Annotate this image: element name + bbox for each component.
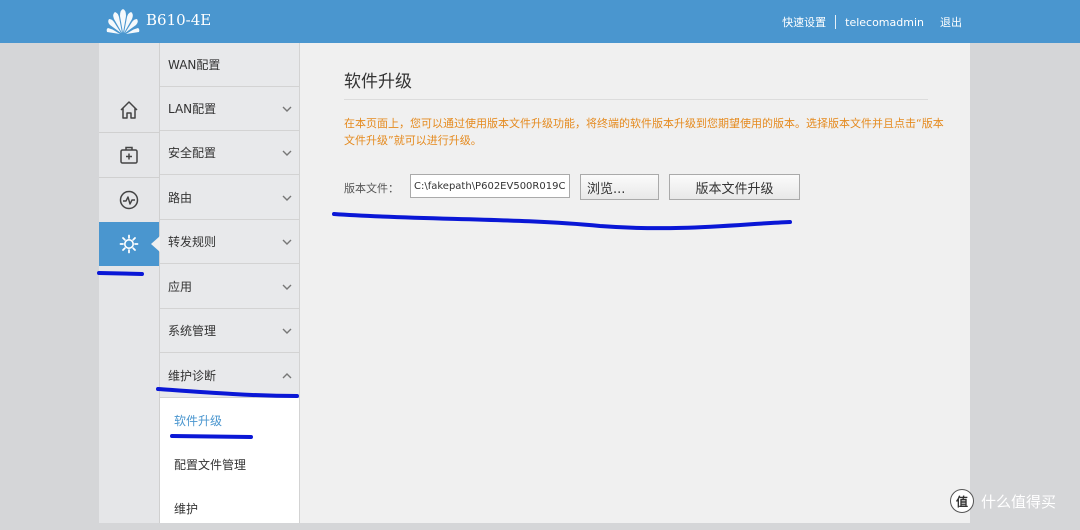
menu-item-label: LAN配置 bbox=[168, 102, 217, 116]
menu-item-label: 系统管理 bbox=[168, 324, 217, 338]
file-field-label: 版本文件： bbox=[344, 182, 399, 195]
chevron-down-icon bbox=[282, 106, 292, 112]
menu-item-security[interactable]: 安全配置 bbox=[160, 131, 299, 175]
browse-button[interactable]: 浏览... bbox=[580, 174, 659, 200]
quick-setup-link[interactable]: 快速设置 bbox=[782, 14, 826, 30]
menu-item-label: 维护诊断 bbox=[168, 369, 217, 383]
page-title: 软件升级 bbox=[344, 72, 412, 92]
menu-item-label: WAN配置 bbox=[168, 58, 221, 72]
firmware-file-input[interactable] bbox=[410, 174, 570, 198]
menu-item-forwarding[interactable]: 转发规则 bbox=[160, 220, 299, 264]
menu-item-lan[interactable]: LAN配置 bbox=[160, 87, 299, 131]
nav-settings-button[interactable] bbox=[99, 222, 160, 266]
gear-icon bbox=[119, 234, 139, 254]
title-divider bbox=[344, 99, 928, 100]
header-divider bbox=[835, 15, 837, 29]
left-gutter bbox=[0, 43, 99, 523]
top-bar: B610-4E 快速设置 telecomadmin 退出 bbox=[0, 0, 1080, 43]
menu-item-system[interactable]: 系统管理 bbox=[160, 309, 299, 353]
chevron-down-icon bbox=[282, 195, 292, 201]
watermark: 值 什么值得买 bbox=[950, 489, 1056, 513]
submenu-item-label: 软件升级 bbox=[174, 413, 223, 428]
right-gutter bbox=[970, 43, 1080, 523]
submenu-item-software-upgrade[interactable]: 软件升级 bbox=[160, 398, 299, 442]
submenu-item-config-file[interactable]: 配置文件管理 bbox=[160, 442, 299, 486]
home-icon bbox=[120, 101, 138, 119]
menu-item-label: 安全配置 bbox=[168, 146, 217, 160]
watermark-badge: 值 bbox=[950, 489, 974, 513]
header-links: 快速设置 telecomadmin 退出 bbox=[782, 14, 962, 30]
chevron-down-icon bbox=[282, 239, 292, 245]
menu-item-wan[interactable]: WAN配置 bbox=[160, 43, 299, 87]
username-link[interactable]: telecomadmin bbox=[845, 16, 924, 29]
menu-item-label: 转发规则 bbox=[168, 235, 217, 249]
submenu-item-label: 配置文件管理 bbox=[174, 457, 247, 472]
menu-item-apps[interactable]: 应用 bbox=[160, 265, 299, 309]
gauge-icon bbox=[119, 190, 139, 210]
medkit-icon bbox=[120, 146, 138, 164]
menu-item-label: 路由 bbox=[168, 191, 193, 205]
nav-home-button[interactable] bbox=[99, 88, 159, 133]
main-content: 软件升级 在本页面上，您可以通过使用版本文件升级功能，将终端的软件版本升级到您期… bbox=[300, 43, 970, 523]
device-model: B610-4E bbox=[146, 11, 212, 29]
submenu-item-maintain[interactable]: 维护 bbox=[160, 486, 299, 530]
category-icon-strip bbox=[99, 43, 160, 523]
chevron-up-icon bbox=[282, 372, 292, 378]
submenu-item-label: 维护 bbox=[174, 501, 199, 516]
watermark-text: 什么值得买 bbox=[981, 492, 1057, 511]
upgrade-button[interactable]: 版本文件升级 bbox=[669, 174, 800, 200]
menu-item-routing[interactable]: 路由 bbox=[160, 176, 299, 220]
logout-link[interactable]: 退出 bbox=[940, 14, 962, 30]
maintenance-submenu: 软件升级 配置文件管理 维护 bbox=[160, 398, 299, 523]
page-description: 在本页面上，您可以通过使用版本文件升级功能，将终端的软件版本升级到您期望使用的版… bbox=[344, 117, 944, 147]
chevron-down-icon bbox=[282, 150, 292, 156]
chevron-down-icon bbox=[282, 284, 292, 290]
chevron-down-icon bbox=[282, 328, 292, 334]
menu-item-label: 应用 bbox=[168, 280, 193, 294]
nav-status-button[interactable] bbox=[99, 178, 159, 223]
menu-item-maintenance[interactable]: 维护诊断 bbox=[160, 354, 299, 398]
nav-toolbox-button[interactable] bbox=[99, 133, 159, 178]
huawei-logo-icon bbox=[106, 9, 140, 34]
